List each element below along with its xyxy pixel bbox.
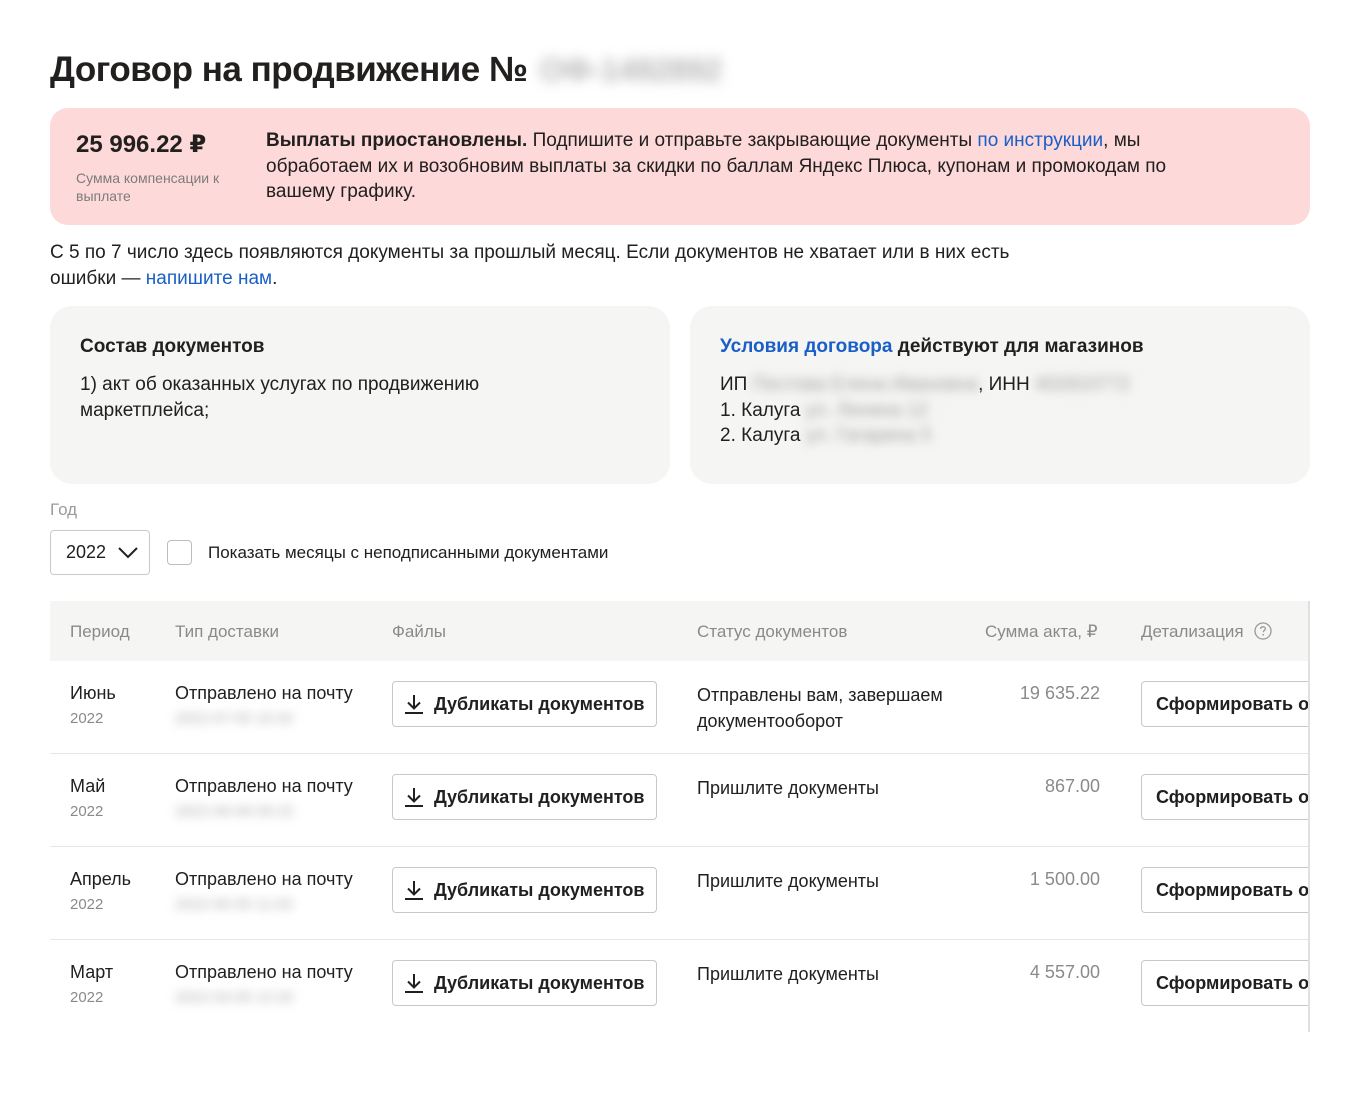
shop-city: Калуга bbox=[741, 425, 801, 446]
row-month: Май bbox=[70, 776, 106, 796]
contract-terms-link[interactable]: Условия договора bbox=[720, 336, 892, 357]
row-status: Пришлите документы bbox=[697, 964, 879, 984]
download-duplicates-button[interactable]: Дубликаты документов bbox=[392, 867, 657, 913]
header-details: Детализация bbox=[1141, 622, 1272, 642]
shop-index: 1. bbox=[720, 399, 736, 421]
generate-report-button[interactable]: Сформировать отчёт bbox=[1141, 867, 1308, 913]
generate-report-button[interactable]: Сформировать отчёт bbox=[1141, 960, 1308, 1006]
contract-terms-body: ИП Пестова Елена Ивановна, ИНН 402810772… bbox=[720, 372, 1300, 449]
header-status: Статус документов bbox=[697, 622, 848, 641]
year-select[interactable]: 2022 bbox=[50, 530, 150, 575]
documents-table: Период Тип доставки Файлы Статус докумен… bbox=[50, 601, 1310, 1032]
entrepreneur-name-hidden: Пестова Елена Ивановна bbox=[752, 374, 979, 395]
info-text: С 5 по 7 число здесь появляются документ… bbox=[50, 240, 1050, 291]
header-files: Файлы bbox=[392, 622, 447, 641]
row-delivery-hidden: 2022-07-05 10:42 bbox=[175, 710, 294, 727]
row-status: Пришлите документы bbox=[697, 871, 879, 891]
unsigned-months-label: Показать месяцы с неподписанными докумен… bbox=[208, 542, 609, 562]
contract-terms-title: Условия договора действуют для магазинов bbox=[720, 336, 1144, 358]
download-icon bbox=[403, 972, 425, 994]
help-circle-icon[interactable] bbox=[1254, 622, 1272, 640]
table-row: Май 2022 Отправлено на почту 2022-06-06 … bbox=[50, 754, 1308, 847]
download-duplicates-button[interactable]: Дубликаты документов bbox=[392, 960, 657, 1006]
shop-item: 2. Калуга ул. Гагарина 5 bbox=[720, 423, 1300, 449]
download-duplicates-button[interactable]: Дубликаты документов bbox=[392, 774, 657, 820]
row-amount: 4 557.00 bbox=[1029, 962, 1100, 982]
row-year: 2022 bbox=[70, 896, 104, 913]
chevron-down-icon bbox=[118, 546, 138, 559]
instructions-link[interactable]: по инструкции bbox=[977, 130, 1103, 151]
row-delivery-hidden: 2022-06-06 09:15 bbox=[175, 803, 294, 820]
page-title-text: Договор на продвижение № bbox=[50, 50, 528, 89]
download-duplicates-label: Дубликаты документов bbox=[434, 693, 645, 714]
header-amount: Сумма акта, ₽ bbox=[985, 622, 1098, 641]
contract-terms-card: Условия договора действуют для магазинов… bbox=[690, 306, 1310, 484]
unsigned-months-toggle[interactable]: Показать месяцы с неподписанными докумен… bbox=[167, 540, 608, 565]
download-duplicates-button[interactable]: Дубликаты документов bbox=[392, 681, 657, 727]
download-icon bbox=[403, 693, 425, 715]
row-delivery: Отправлено на почту bbox=[175, 776, 353, 796]
header-period: Период bbox=[70, 622, 130, 641]
row-month: Март bbox=[70, 962, 114, 982]
row-amount: 867.00 bbox=[1044, 776, 1100, 796]
row-month: Июнь bbox=[70, 683, 116, 703]
row-status: Отправлены вам, завершаем документооборо… bbox=[697, 685, 943, 731]
generate-report-button[interactable]: Сформировать отчёт bbox=[1141, 774, 1308, 820]
row-delivery: Отправлено на почту bbox=[175, 869, 353, 889]
row-amount: 1 500.00 bbox=[1029, 869, 1100, 889]
contract-terms-title-rest: действуют для магазинов bbox=[897, 336, 1144, 357]
row-delivery: Отправлено на почту bbox=[175, 683, 353, 703]
documents-composition-title: Состав документов bbox=[80, 336, 265, 357]
row-year: 2022 bbox=[70, 989, 104, 1006]
download-duplicates-label: Дубликаты документов bbox=[434, 972, 645, 993]
entrepreneur-line: ИП Пестова Елена Ивановна, ИНН 402810772 bbox=[720, 372, 1300, 398]
download-icon bbox=[403, 879, 425, 901]
download-duplicates-label: Дубликаты документов bbox=[434, 786, 645, 807]
shop-city: Калуга bbox=[741, 399, 801, 421]
shop-address-hidden: ул. Ленина 12 bbox=[805, 399, 929, 421]
shop-index: 2. bbox=[720, 425, 736, 446]
table-row: Апрель 2022 Отправлено на почту 2022-05-… bbox=[50, 847, 1308, 940]
row-delivery-hidden: 2022-05-05 11:03 bbox=[175, 896, 293, 913]
entrepreneur-prefix: ИП bbox=[720, 374, 748, 395]
row-amount: 19 635.22 bbox=[1019, 683, 1100, 703]
header-details-label: Детализация bbox=[1141, 622, 1244, 641]
table-header: Период Тип доставки Файлы Статус докумен… bbox=[50, 601, 1308, 661]
year-label: Год bbox=[50, 500, 78, 519]
unsigned-months-checkbox[interactable] bbox=[167, 540, 192, 565]
header-delivery: Тип доставки bbox=[175, 622, 279, 641]
year-select-value: 2022 bbox=[66, 542, 107, 562]
alert-bold-text: Выплаты приостановлены. bbox=[266, 130, 528, 151]
row-status: Пришлите документы bbox=[697, 778, 879, 798]
table-row: Март 2022 Отправлено на почту 2022-04-05… bbox=[50, 940, 1308, 1032]
page-title: Договор на продвижение № ОФ-1492892 bbox=[50, 50, 722, 90]
inn-label: , ИНН bbox=[978, 374, 1030, 395]
documents-composition-card: Состав документов 1) акт об оказанных ус… bbox=[50, 306, 670, 484]
row-delivery-hidden: 2022-04-05 12:20 bbox=[175, 989, 294, 1006]
info-text-end: . bbox=[272, 267, 278, 289]
compensation-amount: 25 996.22 ₽ bbox=[76, 131, 207, 158]
row-year: 2022 bbox=[70, 803, 104, 820]
download-duplicates-label: Дубликаты документов bbox=[434, 879, 645, 900]
row-year: 2022 bbox=[70, 710, 104, 727]
contact-us-link[interactable]: напишите нам bbox=[146, 268, 272, 289]
row-month: Апрель bbox=[70, 869, 132, 889]
alert-message: Выплаты приостановлены. Подпишите и отпр… bbox=[266, 128, 1226, 205]
table-row: Июнь 2022 Отправлено на почту 2022-07-05… bbox=[50, 661, 1308, 754]
shop-item: 1. Калуга ул. Ленина 12 bbox=[720, 398, 1300, 424]
row-delivery: Отправлено на почту bbox=[175, 962, 353, 982]
documents-composition-item: 1) акт об оказанных услугах по продвижен… bbox=[80, 374, 480, 421]
shop-address-hidden: ул. Гагарина 5 bbox=[805, 425, 932, 446]
payout-suspended-alert: 25 996.22 ₽ Сумма компенсации к выплате … bbox=[50, 108, 1310, 225]
compensation-amount-label: Сумма компенсации к выплате bbox=[76, 170, 220, 204]
inn-hidden: 402810772 bbox=[1035, 374, 1131, 395]
contract-number-hidden: ОФ-1492892 bbox=[539, 51, 722, 88]
download-icon bbox=[403, 786, 425, 808]
generate-report-button[interactable]: Сформировать отчёт bbox=[1141, 681, 1308, 727]
alert-text-before-link: Подпишите и отправьте закрывающие докуме… bbox=[532, 130, 973, 151]
